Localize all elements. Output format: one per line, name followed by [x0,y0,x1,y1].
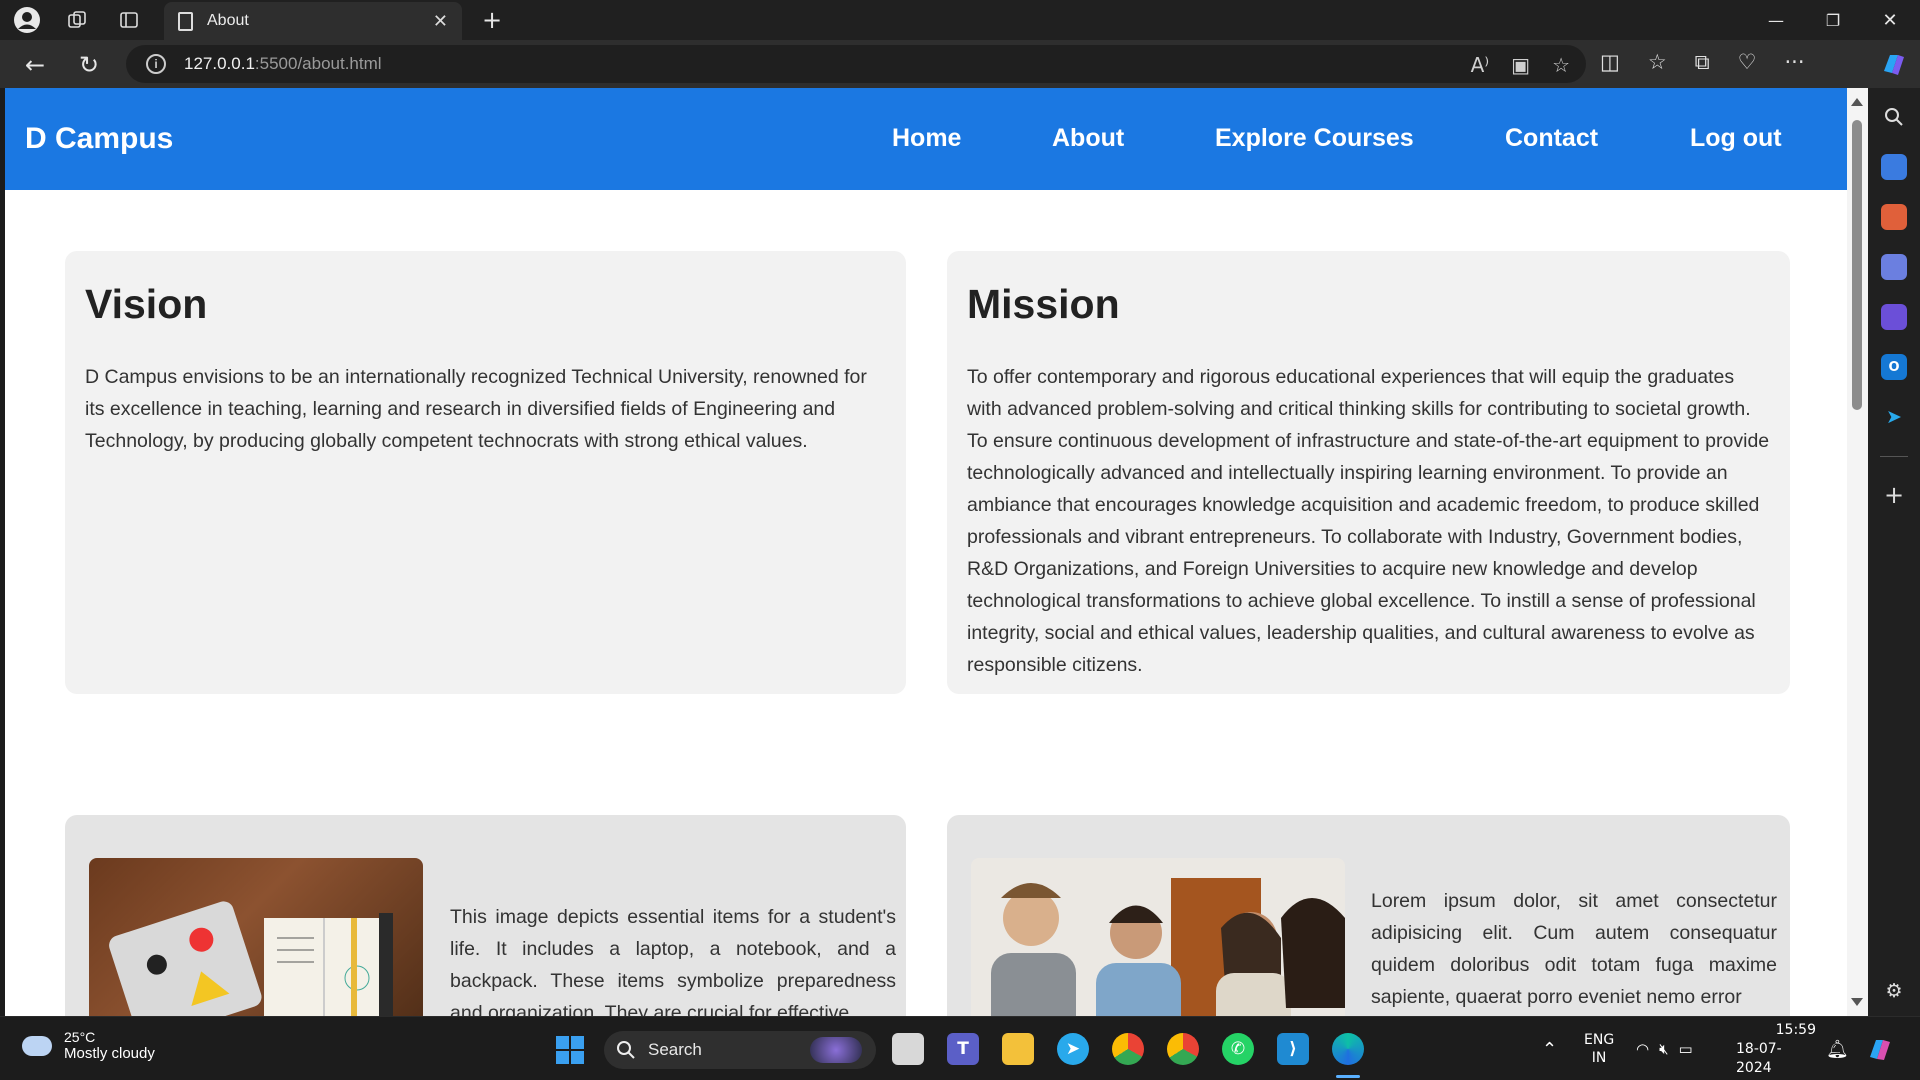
cloud-icon [22,1035,52,1056]
chrome-icon[interactable] [1112,1033,1144,1065]
address-bar[interactable]: i 127.0.0.1:5500/about.html A⁾ ▣ ☆ [126,45,1586,83]
tab-title: About [207,12,249,29]
url-host: 127.0.0.1 [184,54,255,73]
tools-briefcase-icon[interactable] [1881,204,1907,230]
shopping-tag-icon[interactable] [1881,154,1907,180]
edge-icon[interactable] [1332,1033,1364,1065]
page-scrollbar[interactable] [1847,88,1868,1016]
restore-button[interactable]: ❐ [1805,0,1861,40]
feature-card-left: This image depicts essential items for a… [65,815,906,1016]
weather-temp: 25°C [64,1029,96,1045]
back-arrow-icon[interactable]: ← [18,48,52,82]
site-info-icon[interactable]: i [146,54,166,74]
minimize-button[interactable]: — [1748,0,1804,40]
windows-taskbar: 25°C Mostly cloudy Search T ➤ ✆ ⟩ ⌃ ENG … [0,1016,1920,1080]
browser-essentials-icon[interactable]: ♡ [1738,50,1757,75]
url-path: :5500/about.html [254,54,382,73]
system-status-icons[interactable]: ◠ 🔇︎ ▭ [1636,1017,1693,1080]
vscode-icon[interactable]: ⟩ [1277,1033,1309,1065]
weather-condition: Mostly cloudy [64,1045,155,1062]
search-highlight-icon [810,1037,862,1063]
wifi-icon: ◠ [1636,1040,1650,1058]
sidebar-divider [1880,456,1908,457]
browser-tab-bar: About ✕ + — ❐ ✕ [0,0,1920,40]
vision-card: Vision D Campus envisions to be an inter… [65,251,906,694]
m365-icon[interactable] [1881,304,1907,330]
more-menu-icon[interactable]: ··· [1785,50,1805,75]
split-screen-icon[interactable]: ◫ [1600,50,1620,75]
tab-actions-icon[interactable] [115,6,143,34]
tray-overflow-chevron-icon[interactable]: ⌃ [1542,1017,1557,1080]
language-indicator[interactable]: ENG IN [1584,1017,1614,1080]
feature-right-text: Lorem ipsum dolor, sit amet consectetur … [1371,890,1777,1008]
reload-icon[interactable]: ↻ [72,48,106,82]
vision-heading: Vision [85,281,208,327]
notifications-bell-icon[interactable]: 🔔︎ [1826,1017,1849,1080]
scroll-down-arrow-icon[interactable] [1851,998,1863,1006]
lang-region: IN [1591,1050,1607,1066]
sidebar-settings-gear-icon[interactable]: ⚙ [1881,978,1907,1004]
add-sidebar-app-icon[interactable]: + [1881,481,1907,509]
telegram-taskbar-icon[interactable]: ➤ [1057,1033,1089,1065]
mission-heading: Mission [967,281,1120,327]
speaker-muted-icon: 🔇︎ [1659,1040,1669,1058]
chrome-profile-icon[interactable] [1167,1033,1199,1065]
read-aloud-icon[interactable]: A⁾ [1471,53,1490,77]
clock-date: 18-07-2024 [1736,1040,1782,1076]
whatsapp-icon[interactable]: ✆ [1222,1033,1254,1065]
task-view-icon[interactable] [892,1033,924,1065]
favorites-icon[interactable]: ☆ [1648,50,1667,75]
page-viewport: D Campus Home About Explore Courses Cont… [5,88,1847,1016]
copilot-icon[interactable] [1878,49,1908,79]
lang-primary: ENG [1584,1032,1615,1048]
scroll-up-arrow-icon[interactable] [1851,98,1863,106]
immersive-reader-icon[interactable]: ▣ [1511,53,1530,77]
nav-home[interactable]: Home [892,124,961,153]
site-navbar: D Campus Home About Explore Courses Cont… [5,88,1847,190]
close-window-button[interactable]: ✕ [1862,0,1918,40]
profile-icon[interactable] [13,6,41,34]
teams-icon[interactable]: T [947,1033,979,1065]
collections-icon[interactable]: ⧉ [1695,50,1710,75]
student-essentials-image [89,858,423,1016]
battery-icon: ▭ [1678,1040,1693,1058]
search-icon [617,1041,635,1059]
feature-left-text: This image depicts essential items for a… [450,906,896,1016]
active-app-indicator [1336,1075,1360,1078]
nav-about[interactable]: About [1052,124,1124,153]
tab-about[interactable]: About ✕ [164,2,462,40]
scroll-thumb[interactable] [1852,120,1862,410]
clock-time: 15:59 [1775,1021,1816,1038]
address-toolbar: ← ↻ i 127.0.0.1:5500/about.html A⁾ ▣ ☆ ◫… [0,40,1920,88]
games-icon[interactable] [1881,254,1907,280]
windows-start-icon[interactable] [555,1035,585,1065]
feature-card-right: Lorem ipsum dolor, sit amet consectetur … [947,815,1790,1016]
copilot-taskbar-icon[interactable] [1865,1035,1895,1063]
favorite-star-icon[interactable]: ☆ [1552,53,1570,77]
search-label: Search [648,1040,702,1059]
weather-widget[interactable]: 25°C Mostly cloudy [22,1029,155,1062]
site-brand[interactable]: D Campus [25,122,173,156]
nav-log-out[interactable]: Log out [1690,124,1782,153]
new-tab-icon[interactable]: + [478,6,506,34]
clock[interactable]: 15:59 18-07-2024 [1736,1017,1816,1080]
students-group-image [971,858,1345,1016]
sidebar-search-icon[interactable] [1881,104,1907,130]
file-explorer-icon[interactable] [1002,1033,1034,1065]
nav-explore-courses[interactable]: Explore Courses [1215,124,1414,153]
vision-text: D Campus envisions to be an internationa… [85,366,867,452]
nav-contact[interactable]: Contact [1505,124,1598,153]
taskbar-search[interactable]: Search [604,1031,876,1069]
workspaces-icon[interactable] [63,6,91,34]
telegram-icon[interactable]: ➤ [1881,404,1907,430]
mission-text: To offer contemporary and rigorous educa… [967,366,1770,676]
tab-close-icon[interactable]: ✕ [433,11,448,32]
document-icon [178,11,193,31]
mission-card: Mission To offer contemporary and rigoro… [947,251,1790,694]
outlook-icon[interactable]: O [1881,354,1907,380]
edge-sidebar: O ➤ + ⚙ [1868,88,1920,1016]
